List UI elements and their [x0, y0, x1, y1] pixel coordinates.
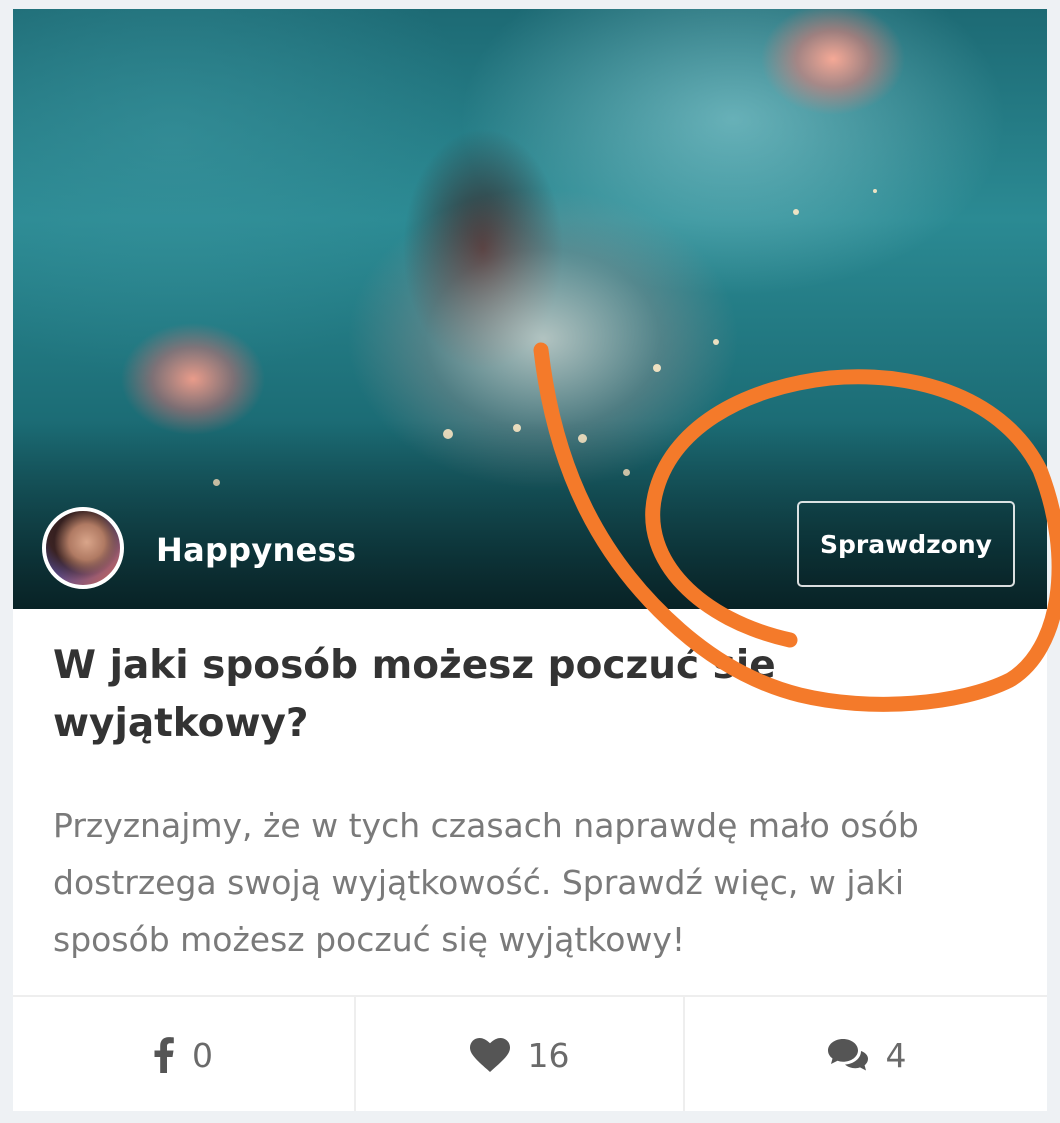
comments-icon	[827, 1039, 868, 1071]
facebook-share-stat[interactable]: 0	[13, 997, 354, 1111]
sparkle	[793, 209, 799, 215]
post-hero-image[interactable]: Happyness Sprawdzony	[13, 9, 1047, 609]
sparkle	[713, 339, 719, 345]
sparkle	[873, 189, 877, 193]
verified-badge: Sprawdzony	[797, 501, 1015, 587]
sparkle	[653, 364, 661, 372]
comment-count: 4	[885, 1035, 907, 1075]
post-excerpt: Przyznajmy, że w tych czasach naprawdę m…	[53, 806, 919, 959]
facebook-share-count: 0	[192, 1035, 213, 1075]
post-card[interactable]: Happyness Sprawdzony W jaki sposób możes…	[13, 9, 1047, 1111]
like-stat[interactable]: 16	[354, 997, 685, 1111]
comment-stat[interactable]: 4	[685, 997, 1047, 1111]
like-count: 16	[527, 1035, 570, 1075]
author-avatar[interactable]	[42, 507, 124, 589]
facebook-icon	[154, 1037, 174, 1073]
heart-icon	[469, 1038, 510, 1072]
post-title[interactable]: W jaki sposób możesz poczuć się wyjątkow…	[53, 637, 1013, 753]
post-stats-bar: 0 16 4	[13, 995, 1047, 1111]
author-name[interactable]: Happyness	[156, 531, 356, 569]
